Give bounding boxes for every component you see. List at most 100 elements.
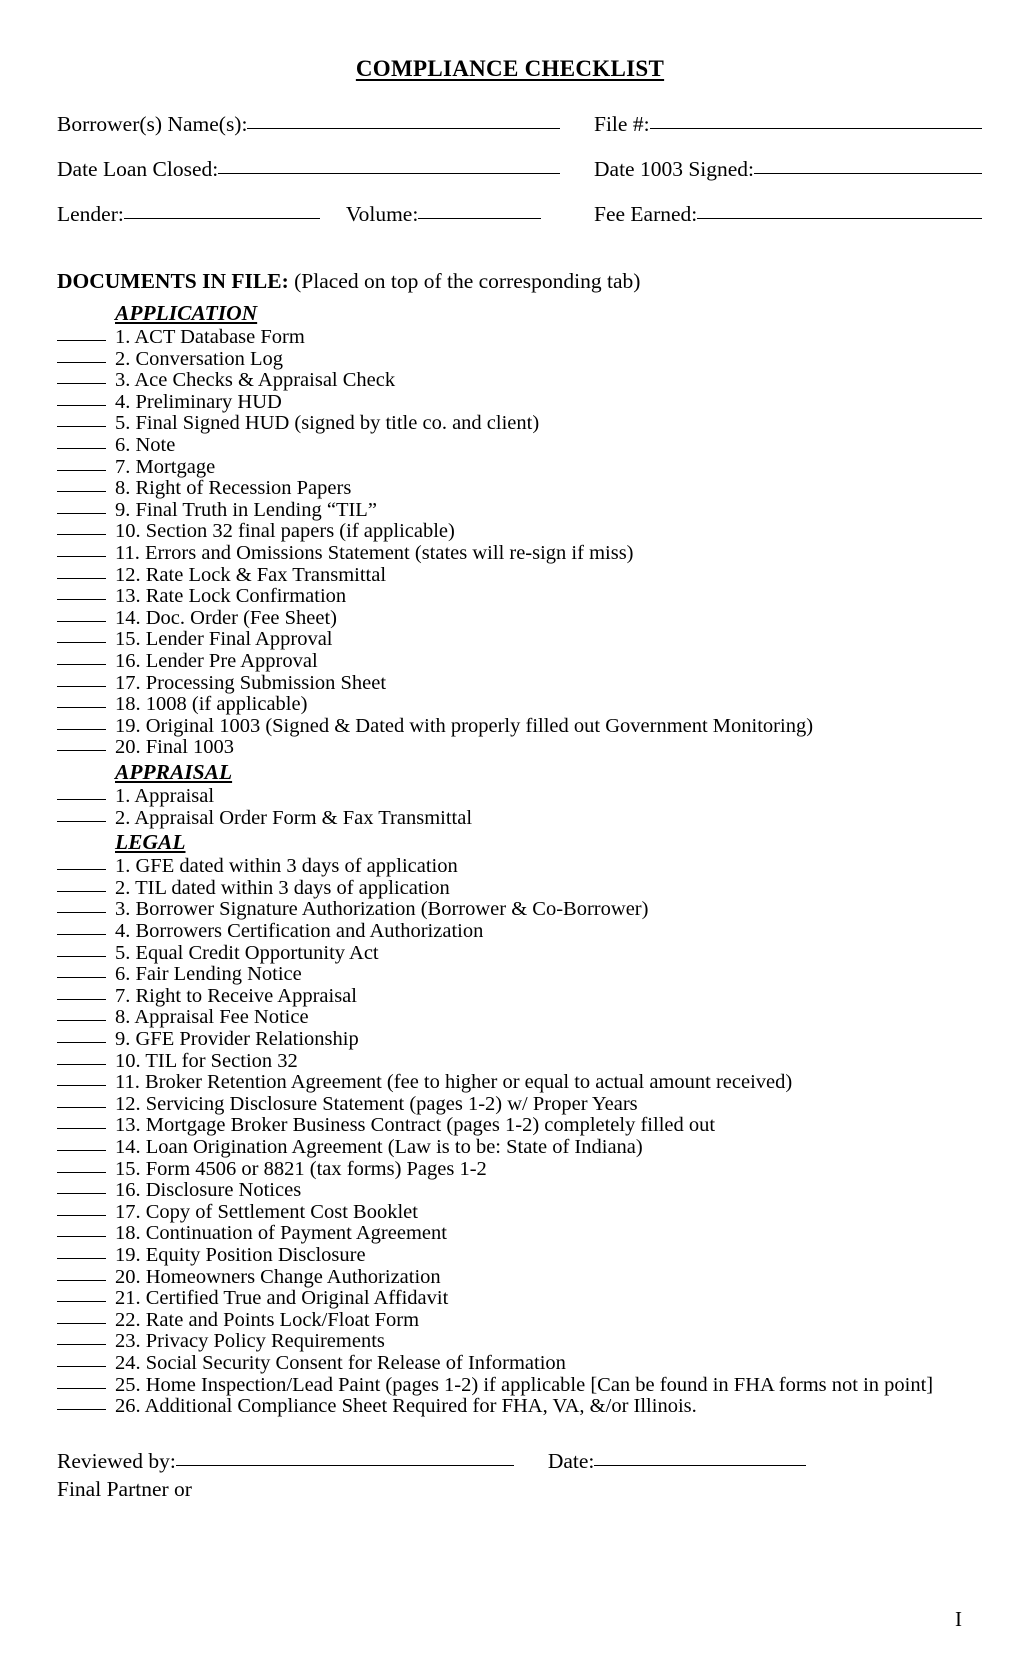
volume-input[interactable] xyxy=(418,218,542,219)
checkbox-blank-line[interactable] xyxy=(57,1042,106,1044)
list-item: 2. TIL dated within 3 days of applicatio… xyxy=(0,876,1020,900)
checklist-section-header: APPRAISAL xyxy=(0,759,1020,786)
checkbox-blank-line[interactable] xyxy=(57,934,106,936)
checkbox-blank-line[interactable] xyxy=(57,1301,106,1303)
checkbox-blank-line[interactable] xyxy=(57,820,106,822)
checkbox-blank-line[interactable] xyxy=(57,1193,106,1195)
list-item-label: 2. TIL dated within 3 days of applicatio… xyxy=(115,876,450,899)
list-item: 18. 1008 (if applicable) xyxy=(0,693,1020,716)
checkbox-blank-line[interactable] xyxy=(57,1106,106,1108)
checkbox-blank-line[interactable] xyxy=(57,1409,106,1411)
checkbox-blank-line[interactable] xyxy=(57,534,106,536)
checkbox-blank-line[interactable] xyxy=(57,1236,106,1238)
list-item-label: 19. Equity Position Disclosure xyxy=(115,1243,366,1266)
checkbox-blank-line[interactable] xyxy=(57,448,106,450)
list-item: 6. Note xyxy=(0,434,1020,457)
checkbox-blank-line[interactable] xyxy=(57,977,106,979)
list-item-label: 14. Loan Origination Agreement (Law is t… xyxy=(115,1136,643,1159)
checkbox-blank-line[interactable] xyxy=(57,1365,106,1367)
checkbox-blank-line[interactable] xyxy=(57,361,106,363)
list-item-label: 18. Continuation of Payment Agreement xyxy=(115,1222,447,1245)
checklist-section-header: APPLICATION xyxy=(0,300,1020,327)
checkbox-blank-line[interactable] xyxy=(57,1214,106,1216)
checkbox-blank-line[interactable] xyxy=(57,383,106,385)
checkbox-blank-line[interactable] xyxy=(57,728,106,730)
checkbox-blank-line[interactable] xyxy=(57,1063,106,1065)
checkbox-blank-line[interactable] xyxy=(57,869,106,871)
list-item-label: 14. Doc. Order (Fee Sheet) xyxy=(115,606,338,629)
list-item-label: 26. Additional Compliance Sheet Required… xyxy=(115,1395,697,1418)
checkbox-blank-line[interactable] xyxy=(57,1171,106,1173)
reviewed-by-input[interactable] xyxy=(175,1464,514,1466)
list-item: 10. TIL for Section 32 xyxy=(0,1050,1020,1073)
volume-label: Volume: xyxy=(345,202,419,226)
list-item: 13. Rate Lock Confirmation xyxy=(0,585,1020,608)
list-item: 24. Social Security Consent for Release … xyxy=(0,1352,1020,1375)
date-loan-closed-input[interactable] xyxy=(218,173,560,174)
checkbox-blank-line[interactable] xyxy=(57,1085,106,1087)
borrower-names-input[interactable] xyxy=(247,128,560,129)
checkbox-blank-line[interactable] xyxy=(57,685,106,687)
list-item: 8. Appraisal Fee Notice xyxy=(0,1007,1020,1029)
checkbox-blank-line[interactable] xyxy=(57,955,106,957)
checkbox-blank-line[interactable] xyxy=(57,1150,106,1152)
footer: Reviewed by: Date: Final Partner or xyxy=(0,1449,1020,1502)
list-item-label: 7. Right to Receive Appraisal xyxy=(115,984,357,1007)
list-item-label: 7. Mortgage xyxy=(115,455,216,478)
list-item: 23. Privacy Policy Requirements xyxy=(0,1331,1020,1353)
checkbox-blank-line[interactable] xyxy=(57,620,106,622)
page-title: COMPLIANCE CHECKLIST xyxy=(355,56,665,81)
file-number-input[interactable] xyxy=(649,128,982,129)
reviewed-by-label: Reviewed by: xyxy=(57,1448,176,1473)
checkbox-blank-line[interactable] xyxy=(57,577,106,579)
checkbox-blank-line[interactable] xyxy=(57,998,106,1000)
checkbox-blank-line[interactable] xyxy=(57,912,106,914)
checkbox-blank-line[interactable] xyxy=(57,491,106,493)
checklist-section-header: LEGAL xyxy=(0,829,1020,856)
list-item: 3. Ace Checks & Appraisal Check xyxy=(0,370,1020,392)
fee-earned-field: Fee Earned: xyxy=(594,202,982,227)
checkbox-blank-line[interactable] xyxy=(57,426,106,428)
list-item-label: 21. Certified True and Original Affidavi… xyxy=(115,1287,449,1310)
checkbox-blank-line[interactable] xyxy=(57,663,106,665)
checkbox-blank-line[interactable] xyxy=(57,469,106,471)
list-item: 4. Borrowers Certification and Authoriza… xyxy=(0,920,1020,943)
checkbox-blank-line[interactable] xyxy=(57,599,106,601)
compliance-checklist-page: COMPLIANCE CHECKLIST Borrower(s) Name(s)… xyxy=(0,0,1020,1680)
section-title-legal: LEGAL xyxy=(115,830,186,855)
checkbox-blank-line[interactable] xyxy=(57,1344,106,1346)
date-1003-signed-input[interactable] xyxy=(754,173,982,174)
date-input[interactable] xyxy=(594,1464,807,1466)
lender-input[interactable] xyxy=(123,218,320,219)
checkbox-blank-line[interactable] xyxy=(57,1020,106,1022)
fee-earned-input[interactable] xyxy=(697,218,982,219)
checkbox-blank-line[interactable] xyxy=(57,1257,106,1259)
borrower-names-field: Borrower(s) Name(s): xyxy=(57,112,560,137)
list-item: 22. Rate and Points Lock/Float Form xyxy=(0,1309,1020,1332)
list-item: 12. Servicing Disclosure Statement (page… xyxy=(0,1093,1020,1116)
list-item-label: 11. Broker Retention Agreement (fee to h… xyxy=(115,1071,793,1094)
checkbox-blank-line[interactable] xyxy=(57,642,106,644)
checkbox-blank-line[interactable] xyxy=(57,1128,106,1130)
header-fields: Borrower(s) Name(s): File #: Date Loan C… xyxy=(0,112,1020,227)
checkbox-blank-line[interactable] xyxy=(57,890,106,892)
list-item-label: 20. Final 1003 xyxy=(115,736,235,759)
checkbox-blank-line[interactable] xyxy=(57,340,106,342)
list-item: 11. Errors and Omissions Statement (stat… xyxy=(0,542,1020,565)
checkbox-blank-line[interactable] xyxy=(57,799,106,801)
list-item: 1. ACT Database Form xyxy=(0,326,1020,349)
checkbox-blank-line[interactable] xyxy=(57,750,106,752)
lender-volume-group: Lender: Volume: xyxy=(57,202,560,227)
checkbox-blank-line[interactable] xyxy=(57,556,106,558)
checkbox-blank-line[interactable] xyxy=(57,1387,106,1389)
list-item: 7. Right to Receive Appraisal xyxy=(0,984,1020,1008)
section-title-appraisal: APPRAISAL xyxy=(115,759,233,784)
checkbox-blank-line[interactable] xyxy=(57,1279,106,1281)
checkbox-blank-line[interactable] xyxy=(57,512,106,514)
checkbox-blank-line[interactable] xyxy=(57,707,106,709)
list-item: 8. Right of Recession Papers xyxy=(0,478,1020,500)
checkbox-blank-line[interactable] xyxy=(57,404,106,406)
page-marker: I xyxy=(955,1607,962,1631)
checkbox-blank-line[interactable] xyxy=(57,1322,106,1324)
list-item: 10. Section 32 final papers (if applicab… xyxy=(0,521,1020,543)
